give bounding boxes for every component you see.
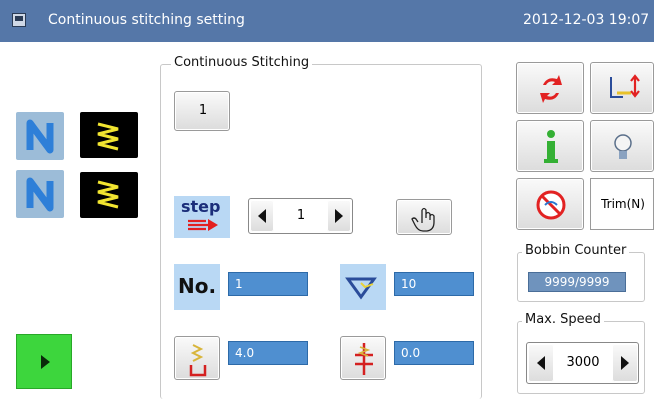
pattern-mode-n-icon[interactable] xyxy=(16,170,64,218)
needle-position-icon[interactable] xyxy=(340,336,386,380)
start-button[interactable] xyxy=(16,334,72,389)
title-bar: Continuous stitching setting 2012-12-03 … xyxy=(0,0,654,42)
max-speed-spinner: 3000 xyxy=(526,342,639,384)
window-icon xyxy=(12,13,26,27)
pattern-mode-n-reverse-icon[interactable] xyxy=(16,112,64,160)
bobbin-counter-display[interactable]: 9999/9999 xyxy=(528,272,626,292)
needle-position-field[interactable]: 0.0 xyxy=(394,341,474,365)
trim-button[interactable]: Trim(N) xyxy=(590,178,654,230)
continuous-stitching-legend: Continuous Stitching xyxy=(171,55,313,70)
info-button[interactable] xyxy=(516,120,584,172)
bobbin-counter-legend: Bobbin Counter xyxy=(522,243,630,258)
speed-decrement-button[interactable] xyxy=(528,344,554,382)
step-decrement-button[interactable] xyxy=(250,200,274,232)
pattern-zigzag-icon[interactable] xyxy=(80,112,138,158)
window-title: Continuous stitching setting xyxy=(48,12,245,28)
max-speed-legend: Max. Speed xyxy=(522,312,604,327)
stitch-length-icon[interactable] xyxy=(174,336,220,380)
lightbulb-button[interactable] xyxy=(590,120,654,172)
manual-hand-button[interactable] xyxy=(396,199,452,235)
thread-tension-icon xyxy=(340,264,386,310)
step-icon: step xyxy=(174,196,230,238)
no-thread-button[interactable] xyxy=(516,178,584,230)
stitch-length-field[interactable]: 4.0 xyxy=(228,341,308,365)
step-spinner: 1 xyxy=(248,198,353,234)
no-icon: No. xyxy=(174,264,220,310)
step-increment-button[interactable] xyxy=(327,200,351,232)
pattern-number-button[interactable]: 1 xyxy=(174,91,230,131)
pattern-zigzag-2-icon[interactable] xyxy=(80,172,138,218)
cycle-button[interactable] xyxy=(516,62,584,114)
datetime: 2012-12-03 19:07 xyxy=(523,12,650,28)
presser-foot-button[interactable] xyxy=(590,62,654,114)
speed-increment-button[interactable] xyxy=(612,344,638,382)
no-field[interactable]: 1 xyxy=(228,272,308,296)
tension-field[interactable]: 10 xyxy=(394,272,474,296)
max-speed-value: 3000 xyxy=(566,355,600,370)
step-value: 1 xyxy=(296,208,306,223)
